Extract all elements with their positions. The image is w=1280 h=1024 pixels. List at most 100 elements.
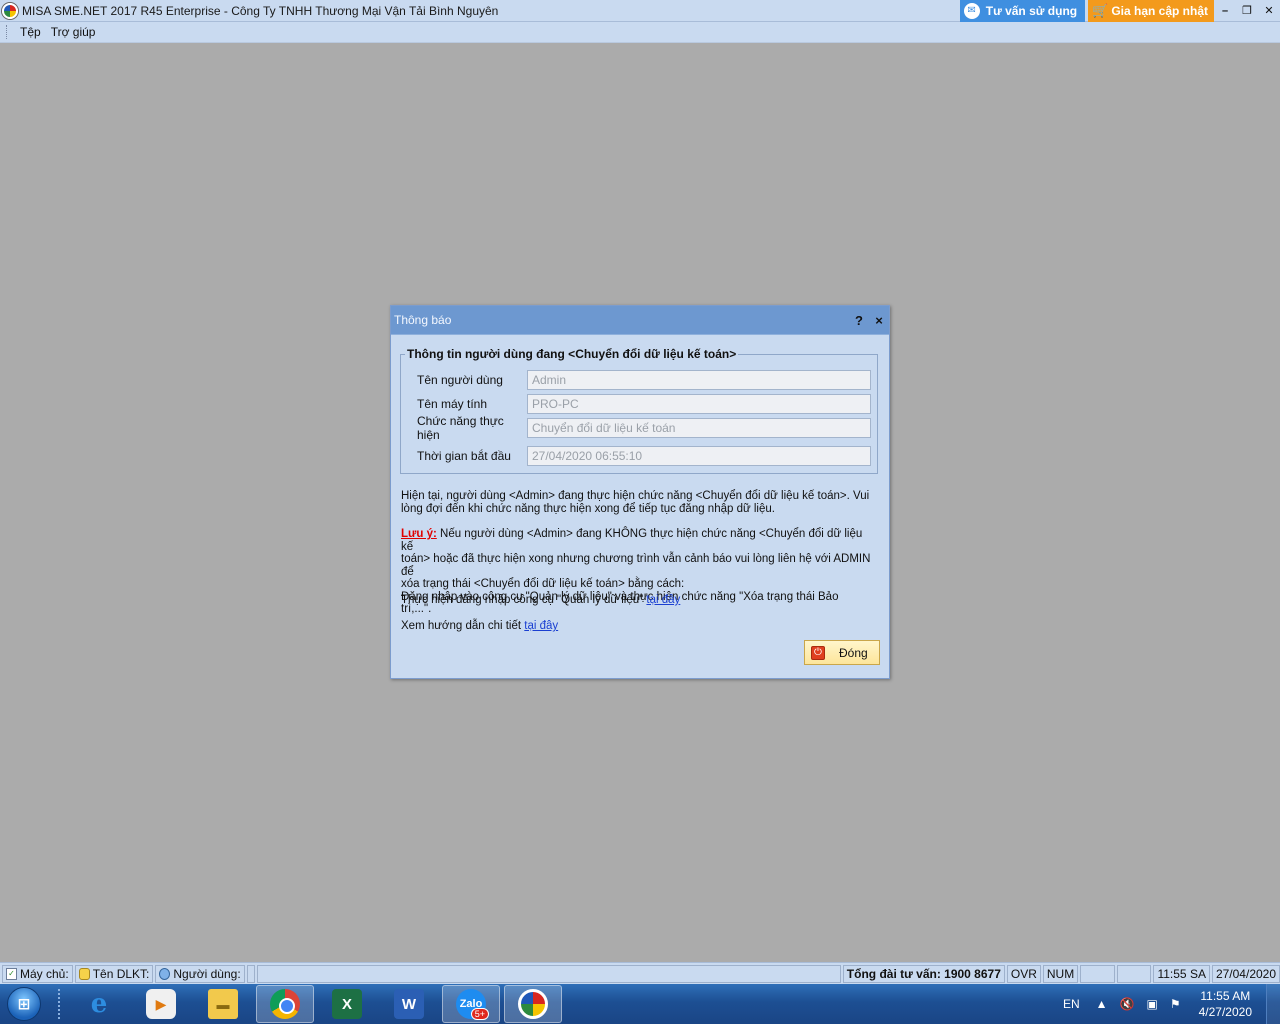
network-icon[interactable]: ▣ — [1147, 997, 1158, 1011]
note-line-2: toán> hoặc đã thực hiện xong nhưng chươn… — [401, 553, 871, 578]
language-indicator[interactable]: EN — [1063, 997, 1080, 1011]
clock-time: 11:55 AM — [1200, 989, 1251, 1003]
message-line-1: Hiện tại, người dùng <Admin> đang thực h… — [401, 490, 870, 502]
server-icon: ✓ — [6, 967, 17, 980]
clock[interactable]: 11:55 AM 4/27/2020 — [1199, 988, 1252, 1020]
status-empty-1 — [246, 964, 255, 983]
start-time-label: Thời gian bắt đầu — [417, 449, 511, 463]
status-user: Người dùng: — [155, 964, 245, 983]
word-icon: W — [394, 989, 424, 1019]
clock-date: 4/27/2020 — [1198, 1005, 1252, 1019]
status-ovr: OVR — [1006, 964, 1041, 983]
window-title: MISA SME.NET 2017 R45 Enterprise - Công … — [22, 3, 499, 18]
menu-bar: Tệp Trợ giúp — [0, 22, 1280, 43]
computer-label: Tên máy tính — [417, 397, 488, 411]
status-hotline: Tổng đài tư vấn: 1900 8677 — [842, 964, 1005, 983]
system-tray: EN ▲ 🔇 ▣ ⚑ 11:55 AM 4/27/2020 — [1063, 984, 1280, 1024]
taskbar-grip — [58, 989, 64, 1019]
status-date: 27/04/2020 — [1211, 964, 1280, 983]
field-row-function: Chức năng thực hiện — [417, 414, 871, 442]
show-hidden-icons-icon[interactable]: ▲ — [1096, 997, 1108, 1011]
guide-link[interactable]: tại đây — [524, 620, 558, 632]
status-db: Tên DLKT: — [74, 964, 154, 983]
messenger-icon: ✉ — [963, 2, 980, 19]
guide-text: Xem hướng dẫn chi tiết — [401, 620, 525, 632]
status-user-label: Người dùng: — [173, 966, 241, 981]
menu-grip — [6, 25, 9, 39]
volume-muted-icon[interactable]: 🔇 — [1120, 997, 1135, 1011]
status-time: 11:55 SA — [1153, 964, 1210, 983]
field-row-computer: Tên máy tính — [417, 394, 871, 414]
action-center-icon[interactable]: ⚑ — [1170, 997, 1181, 1011]
consult-button-label: Tư vấn sử dụng — [985, 3, 1078, 18]
minimize-icon[interactable]: – — [1214, 0, 1236, 22]
excel-icon: X — [332, 989, 362, 1019]
renew-button[interactable]: 🛒 Gia hạn cập nhật — [1088, 0, 1214, 22]
status-empty-2 — [256, 964, 841, 983]
internet-explorer-icon: e — [90, 989, 108, 1019]
computer-field[interactable] — [527, 394, 871, 414]
status-empty-3 — [1080, 964, 1115, 983]
note-label: Lưu ý: — [401, 528, 437, 540]
zalo-badge: 5+ — [470, 1008, 489, 1020]
show-desktop-button[interactable] — [1266, 984, 1280, 1024]
restore-icon[interactable]: ❐ — [1236, 0, 1258, 22]
taskbar-explorer[interactable]: ▬ — [194, 985, 252, 1023]
media-player-icon: ▶ — [146, 989, 176, 1019]
message-text: Hiện tại, người dùng <Admin> đang thực h… — [401, 490, 871, 515]
taskbar-zalo[interactable]: Zalo 5+ — [442, 985, 500, 1023]
function-field[interactable] — [527, 418, 871, 438]
note-line-1-text: Nếu người dùng <Admin> đang KHÔNG thực h… — [401, 528, 863, 553]
status-db-label: Tên DLKT: — [92, 966, 150, 981]
consult-button[interactable]: ✉ Tư vấn sử dụng — [959, 0, 1086, 22]
start-time-field[interactable] — [527, 446, 871, 466]
taskbar: ⊞ e ▶ ▬ X W Zalo 5+ EN ▲ 🔇 ▣ ⚑ 11:55 AM … — [0, 984, 1280, 1024]
taskbar-excel[interactable]: X — [318, 985, 376, 1023]
status-bar: ✓ Máy chủ: Tên DLKT: Người dùng: Tổng đà… — [0, 962, 1280, 984]
start-button[interactable]: ⊞ — [0, 984, 48, 1024]
taskbar-ie[interactable]: e — [70, 985, 128, 1023]
close-button[interactable]: ⏻ Đóng — [804, 640, 880, 665]
folder-icon: ▬ — [208, 989, 238, 1019]
username-label: Tên người dùng — [417, 373, 503, 387]
power-icon: ⏻ — [811, 645, 825, 660]
cart-icon: 🛒 — [1092, 2, 1109, 18]
field-row-start-time: Thời gian bắt đầu — [417, 446, 871, 466]
close-window-icon[interactable]: ✕ — [1258, 0, 1280, 22]
message-line-2: lòng đợi đến khi chức năng thực hiện xon… — [401, 502, 775, 515]
user-icon — [159, 967, 171, 980]
status-server: ✓ Máy chủ: — [2, 964, 73, 983]
guide-line: Xem hướng dẫn chi tiết tại đây — [401, 620, 871, 633]
status-num: NUM — [1042, 964, 1079, 983]
taskbar-media-player[interactable]: ▶ — [132, 985, 190, 1023]
chrome-icon — [270, 989, 300, 1019]
taskbar-misa[interactable] — [504, 985, 562, 1023]
help-icon[interactable]: ? — [849, 313, 869, 328]
login-text: Thực hiện đăng nhập công cụ "Quản lý dữ … — [401, 594, 647, 606]
menu-help[interactable]: Trợ giúp — [46, 25, 101, 39]
notification-dialog: Thông báo ? × Thông tin người dùng đang … — [390, 305, 890, 679]
username-field[interactable] — [527, 370, 871, 390]
status-empty-4 — [1116, 964, 1152, 983]
menu-file[interactable]: Tệp — [15, 25, 46, 39]
taskbar-word[interactable]: W — [380, 985, 438, 1023]
group-title: Thông tin người dùng đang <Chuyển đổi dữ… — [405, 347, 739, 361]
field-row-username: Tên người dùng — [417, 370, 871, 390]
function-label: Chức năng thực hiện — [417, 414, 504, 442]
database-icon — [78, 967, 90, 980]
dialog-close-icon[interactable]: × — [869, 313, 889, 328]
windows-logo-icon: ⊞ — [7, 987, 41, 1021]
login-link[interactable]: tại đây — [646, 594, 680, 606]
note-line-3: xóa trạng thái <Chuyển đổi dữ liệu kế to… — [401, 578, 685, 590]
dialog-title-bar: Thông báo ? × — [391, 306, 889, 335]
taskbar-chrome[interactable] — [256, 985, 314, 1023]
dialog-title: Thông báo — [394, 313, 452, 327]
status-server-label: Máy chủ: — [20, 966, 69, 981]
renew-button-label: Gia hạn cập nhật — [1111, 3, 1208, 18]
misa-icon — [518, 989, 548, 1019]
note-line-1: Lưu ý: Nếu người dùng <Admin> đang KHÔNG… — [401, 528, 871, 553]
close-button-label: Đóng — [839, 645, 868, 660]
misa-app-icon[interactable] — [2, 2, 18, 19]
login-line: Thực hiện đăng nhập công cụ "Quản lý dữ … — [401, 594, 871, 607]
title-bar: MISA SME.NET 2017 R45 Enterprise - Công … — [0, 0, 1280, 22]
